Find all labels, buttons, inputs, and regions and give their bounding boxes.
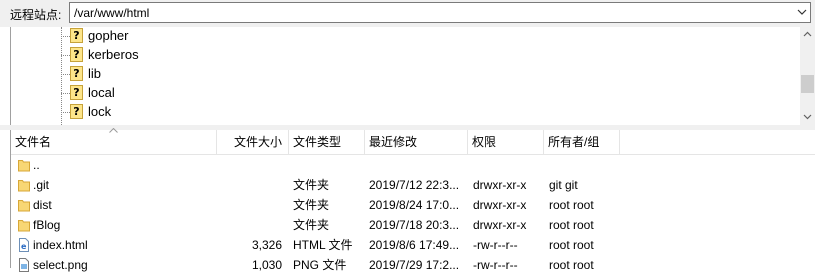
unknown-folder-icon: ? xyxy=(70,28,83,43)
tree-item-label: lib xyxy=(88,66,102,81)
column-header-modified[interactable]: 最近修改 xyxy=(365,130,468,154)
tree-branch-line xyxy=(61,55,70,56)
file-owner: root root xyxy=(549,238,594,252)
unknown-folder-icon: ? xyxy=(70,85,83,100)
unknown-folder-icon: ? xyxy=(70,66,83,81)
list-item[interactable]: e index.html 3,326 HTML 文件 2019/8/6 17:4… xyxy=(11,235,815,255)
column-header-permissions[interactable]: 权限 xyxy=(468,130,544,154)
file-permissions: -rw-r--r-- xyxy=(473,258,518,272)
list-item[interactable]: fBlog 文件夹 2019/7/18 20:3... drwxr-xr-x r… xyxy=(11,215,815,235)
remote-site-bar: 远程站点: /var/www/html xyxy=(0,0,815,27)
list-item[interactable]: dist 文件夹 2019/8/24 17:0... drwxr-xr-x ro… xyxy=(11,195,815,215)
svg-text:e: e xyxy=(21,242,27,251)
column-header-filesize[interactable]: 文件大小 xyxy=(217,130,289,154)
column-header-owner-group[interactable]: 所有者/组 xyxy=(544,130,620,154)
file-owner: root root xyxy=(549,198,594,212)
list-item[interactable]: .git 文件夹 2019/7/12 22:3... drwxr-xr-x gi… xyxy=(11,175,815,195)
file-modified: 2019/7/12 22:3... xyxy=(369,178,460,192)
column-header-filetype[interactable]: 文件类型 xyxy=(289,130,365,154)
remote-site-label: 远程站点: xyxy=(10,8,62,22)
file-size: 3,326 xyxy=(251,238,282,252)
folder-icon xyxy=(18,200,30,212)
tree-item-lock[interactable]: ? lock xyxy=(11,103,791,121)
file-modified: 2019/7/18 20:3... xyxy=(369,218,460,232)
remote-path-input[interactable]: /var/www/html xyxy=(69,2,811,23)
file-permissions: drwxr-xr-x xyxy=(473,218,527,232)
scroll-up-icon[interactable] xyxy=(803,31,812,37)
tree-item-label: gopher xyxy=(88,28,129,43)
list-item[interactable]: .. xyxy=(11,155,815,175)
file-owner: git git xyxy=(549,178,578,192)
tree-branch-line xyxy=(61,112,70,113)
tree-branch-line xyxy=(61,36,70,37)
file-type: 文件夹 xyxy=(293,198,330,212)
tree-vertical-scrollbar[interactable] xyxy=(800,27,815,125)
folder-icon xyxy=(18,180,30,192)
file-name: index.html xyxy=(33,238,88,252)
tree-item-lib[interactable]: ? lib xyxy=(11,65,791,83)
scroll-thumb[interactable] xyxy=(801,75,814,93)
file-type: PNG 文件 xyxy=(293,258,347,272)
folder-icon xyxy=(18,160,30,172)
file-owner: root root xyxy=(549,258,594,272)
folder-icon xyxy=(18,220,30,232)
file-modified: 2019/7/29 17:2... xyxy=(369,258,460,272)
tree-item-label: kerberos xyxy=(88,47,139,62)
file-permissions: drwxr-xr-x xyxy=(473,178,527,192)
scroll-down-icon[interactable] xyxy=(803,114,812,120)
file-name: .. xyxy=(33,158,40,172)
file-name: fBlog xyxy=(33,218,61,232)
file-name: select.png xyxy=(33,258,88,272)
list-item[interactable]: select.png 1,030 PNG 文件 2019/7/29 17:2..… xyxy=(11,255,815,275)
tree-item-label: lock xyxy=(88,104,112,119)
file-name: dist xyxy=(33,198,52,212)
file-type: 文件夹 xyxy=(293,178,330,192)
unknown-folder-icon: ? xyxy=(70,104,83,119)
file-modified: 2019/8/24 17:0... xyxy=(369,198,460,212)
tree-item-label: local xyxy=(88,85,115,100)
remote-file-list[interactable]: 文件名 文件大小 文件类型 最近修改 权限 所有者/组 .. .git 文件夹 … xyxy=(10,128,815,272)
tree-item-kerberos[interactable]: ? kerberos xyxy=(11,46,791,64)
file-name: .git xyxy=(33,178,50,192)
column-header-filename[interactable]: 文件名 xyxy=(11,130,217,154)
tree-branch-line xyxy=(61,74,70,75)
tree-item-local[interactable]: ? local xyxy=(11,84,791,102)
file-type: 文件夹 xyxy=(293,218,330,232)
file-type: HTML 文件 xyxy=(293,238,353,252)
tree-branch-line xyxy=(61,93,70,94)
file-modified: 2019/8/6 17:49... xyxy=(369,238,460,252)
image-file-icon xyxy=(19,258,29,272)
remote-directory-tree[interactable]: ? gopher ? kerberos ? lib ? local ? lock xyxy=(10,27,815,125)
file-permissions: -rw-r--r-- xyxy=(473,238,518,252)
list-header: 文件名 文件大小 文件类型 最近修改 权限 所有者/组 xyxy=(11,128,815,155)
tree-item-gopher[interactable]: ? gopher xyxy=(11,27,791,45)
file-owner: root root xyxy=(549,218,594,232)
unknown-folder-icon: ? xyxy=(70,47,83,62)
html-file-icon: e xyxy=(19,238,29,252)
chevron-down-icon[interactable] xyxy=(796,6,808,18)
remote-path-value: /var/www/html xyxy=(74,6,150,20)
file-permissions: drwxr-xr-x xyxy=(473,198,527,212)
file-size: 1,030 xyxy=(251,258,282,272)
